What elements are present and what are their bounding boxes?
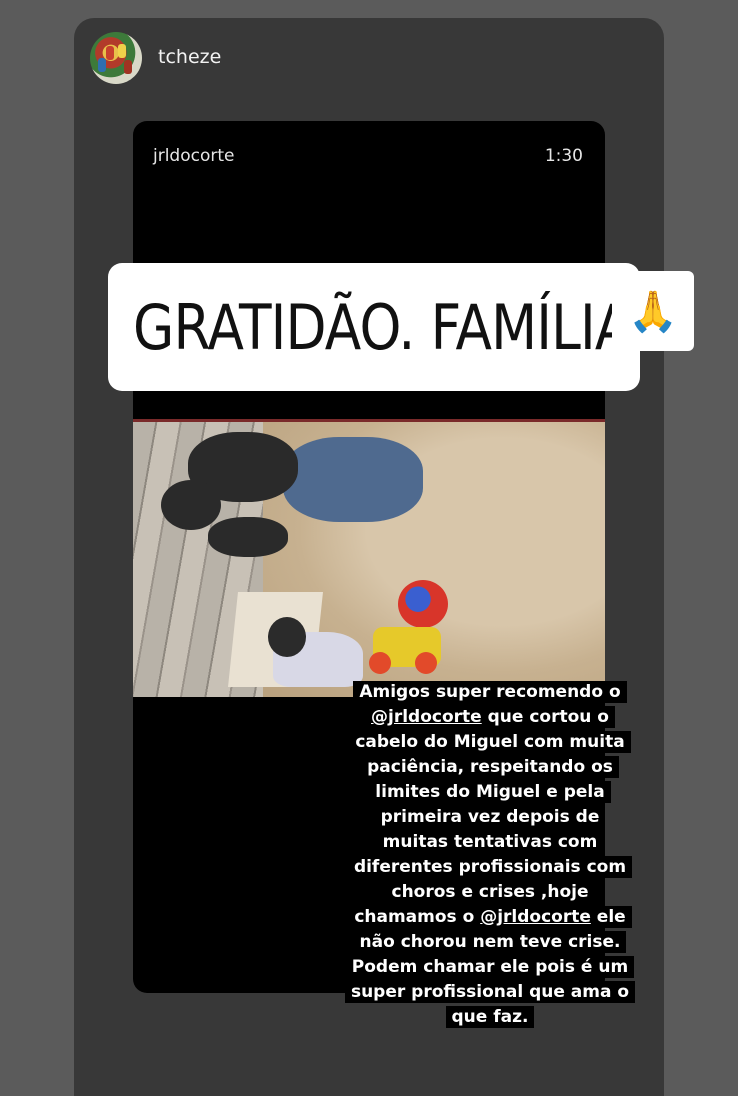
caption-line: limites do Miguel e pela [369,781,611,803]
caption-line: Amigos super recomendo o [353,681,627,703]
text-sticker: GRATIDÃO. FAMÍLIA [108,263,640,391]
caption-mention-line[interactable]: chamamos o @jrldocorte ele [348,906,632,928]
caption-line: diferentes profissionais com [347,856,633,878]
post-username[interactable]: jrldocorte [153,146,235,166]
story-caption: Amigos super recomendo o @jrldocorte que… [340,680,640,1030]
caption-line: choros e crises ,hoje [385,881,595,903]
post-photo [133,419,605,697]
caption-line: que faz. [445,1006,535,1028]
sticker-text: GRATIDÃO. FAMÍLIA [133,290,631,364]
caption-line: Podem chamar ele pois é um [345,956,635,978]
praying-hands-icon: 🙏 [612,271,694,351]
caption-line: super profissional que ama o [344,981,636,1003]
story-username[interactable]: tcheze [158,46,221,68]
caption-line: primeira vez depois de [374,806,606,828]
caption-line: cabelo do Miguel com muita [349,731,631,753]
profile-avatar[interactable] [90,32,142,84]
caption-mention-line[interactable]: @jrldocorte que cortou o [365,706,615,728]
video-duration: 1:30 [544,146,583,166]
caption-line: muitas tentativas com [376,831,604,853]
caption-line: não chorou nem teve crise. [353,931,627,953]
caption-line: paciência, respeitando os [361,756,619,778]
